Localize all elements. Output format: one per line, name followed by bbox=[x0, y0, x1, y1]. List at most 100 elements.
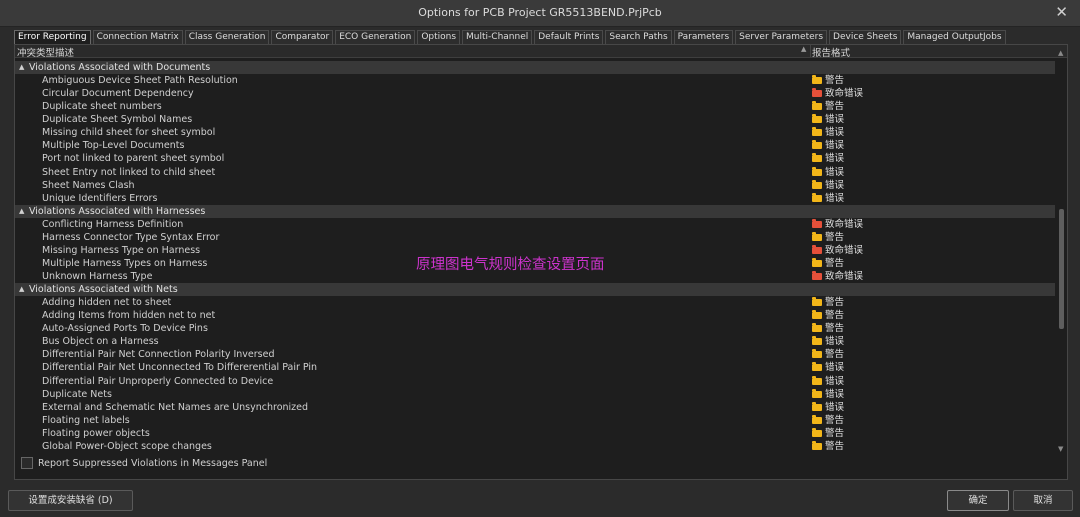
sort-arrow-icon[interactable]: ▲ bbox=[801, 45, 806, 53]
violation-label: Differential Pair Net Unconnected To Dif… bbox=[42, 362, 318, 374]
tab-connection-matrix[interactable]: Connection Matrix bbox=[92, 30, 183, 44]
report-level-dropdown[interactable]: 警告 bbox=[812, 100, 844, 113]
violation-row[interactable]: Floating net labels 警告 bbox=[15, 414, 1055, 427]
report-level-dropdown[interactable]: 错误 bbox=[812, 126, 844, 139]
report-level-dropdown[interactable]: 错误 bbox=[812, 113, 844, 126]
report-level-dropdown[interactable]: 错误 bbox=[812, 401, 844, 414]
report-level-text: 错误 bbox=[825, 179, 845, 191]
report-level-dropdown[interactable]: 警告 bbox=[812, 427, 844, 440]
tab-class-generation[interactable]: Class Generation bbox=[184, 30, 270, 44]
report-level-text: 警告 bbox=[825, 101, 845, 113]
set-installation-defaults-button[interactable]: 设置成安装缺省 (D) bbox=[8, 490, 133, 511]
violation-row[interactable]: Port not linked to parent sheet symbol 错误 bbox=[15, 152, 1055, 165]
violation-row[interactable]: Sheet Entry not linked to child sheet 错误 bbox=[15, 166, 1055, 179]
scroll-down-icon[interactable]: ▼ bbox=[1058, 445, 1063, 453]
report-level-dropdown[interactable]: 错误 bbox=[812, 375, 844, 388]
report-level-dropdown[interactable]: 警告 bbox=[812, 231, 844, 244]
violation-row[interactable]: Adding Items from hidden net to net 警告 bbox=[15, 309, 1055, 322]
violation-row[interactable]: Global Power-Object scope changes 警告 bbox=[15, 440, 1055, 453]
scroll-up-icon[interactable]: ▲ bbox=[1058, 49, 1063, 57]
report-level-dropdown[interactable]: 致命错误 bbox=[812, 87, 863, 100]
violation-row[interactable]: Differential Pair Net Unconnected To Dif… bbox=[15, 361, 1055, 374]
report-level-dropdown[interactable]: 警告 bbox=[812, 322, 844, 335]
report-level-dropdown[interactable]: 错误 bbox=[812, 388, 844, 401]
violation-row[interactable]: Ambiguous Device Sheet Path Resolution 警告 bbox=[15, 74, 1055, 87]
violation-row[interactable]: Bus Object on a Harness 错误 bbox=[15, 335, 1055, 348]
collapse-arrow-icon[interactable]: ▲ bbox=[19, 205, 24, 218]
violation-row[interactable]: External and Schematic Net Names are Uns… bbox=[15, 401, 1055, 414]
tab-parameters[interactable]: Parameters bbox=[673, 30, 734, 44]
report-suppressed-label: Report Suppressed Violations in Messages… bbox=[38, 457, 268, 469]
violation-row[interactable]: Multiple Top-Level Documents 错误 bbox=[15, 139, 1055, 152]
group-header-row[interactable]: ▲ Violations Associated with Harnesses bbox=[15, 204, 1055, 218]
report-level-dropdown[interactable]: 警告 bbox=[812, 74, 844, 87]
tab-options[interactable]: Options bbox=[417, 30, 461, 44]
violation-row[interactable]: Sheet Names Clash 错误 bbox=[15, 179, 1055, 192]
report-level-dropdown[interactable]: 警告 bbox=[812, 296, 844, 309]
report-level-dropdown[interactable]: 警告 bbox=[812, 440, 844, 453]
report-level-dropdown[interactable]: 错误 bbox=[812, 361, 844, 374]
violation-row[interactable]: Conflicting Harness Definition 致命错误 bbox=[15, 218, 1055, 231]
report-level-dropdown[interactable]: 致命错误 bbox=[812, 218, 863, 231]
violation-row[interactable]: Floating power objects 警告 bbox=[15, 427, 1055, 440]
column-header-level[interactable]: 报告格式 bbox=[812, 45, 850, 59]
folder-icon bbox=[812, 244, 822, 254]
report-suppressed-checkbox[interactable] bbox=[21, 457, 33, 469]
tab-comparator[interactable]: Comparator bbox=[271, 30, 334, 44]
report-level-text: 警告 bbox=[825, 75, 845, 87]
report-level-dropdown[interactable]: 错误 bbox=[812, 192, 844, 205]
violation-label: Circular Document Dependency bbox=[42, 88, 194, 100]
close-icon[interactable]: ✕ bbox=[1055, 3, 1068, 21]
report-level-dropdown[interactable]: 致命错误 bbox=[812, 244, 863, 257]
report-level-dropdown[interactable]: 错误 bbox=[812, 335, 844, 348]
report-level-dropdown[interactable]: 警告 bbox=[812, 309, 844, 322]
violation-label: Unique Identifiers Errors bbox=[42, 192, 158, 204]
report-level-text: 警告 bbox=[825, 349, 845, 361]
violation-row[interactable]: Duplicate sheet numbers 警告 bbox=[15, 100, 1055, 113]
report-level-dropdown[interactable]: 警告 bbox=[812, 414, 844, 427]
violation-row[interactable]: Differential Pair Net Connection Polarit… bbox=[15, 348, 1055, 361]
group-header-row[interactable]: ▲ Violations Associated with Documents bbox=[15, 61, 1055, 75]
vertical-scrollbar[interactable]: ▲ ▼ bbox=[1057, 49, 1066, 453]
report-level-dropdown[interactable]: 错误 bbox=[812, 179, 844, 192]
violation-row[interactable]: Duplicate Sheet Symbol Names 错误 bbox=[15, 113, 1055, 126]
violation-row[interactable]: Unique Identifiers Errors 错误 bbox=[15, 192, 1055, 205]
tab-default-prints[interactable]: Default Prints bbox=[534, 30, 604, 44]
violation-row[interactable]: Auto-Assigned Ports To Device Pins 警告 bbox=[15, 322, 1055, 335]
tab-managed-outputjobs[interactable]: Managed OutputJobs bbox=[903, 30, 1006, 44]
tab-server-parameters[interactable]: Server Parameters bbox=[735, 30, 828, 44]
title-bar: Options for PCB Project GR5513BEND.PrjPc… bbox=[0, 0, 1080, 27]
report-level-dropdown[interactable]: 警告 bbox=[812, 348, 844, 361]
column-divider[interactable] bbox=[810, 45, 811, 57]
violation-label: Global Power-Object scope changes bbox=[42, 440, 212, 452]
tab-eco-generation[interactable]: ECO Generation bbox=[335, 30, 416, 44]
folder-icon bbox=[812, 114, 822, 124]
violation-row[interactable]: Circular Document Dependency 致命错误 bbox=[15, 87, 1055, 100]
tab-error-reporting[interactable]: Error Reporting bbox=[14, 30, 91, 44]
folder-icon bbox=[812, 323, 822, 333]
report-level-dropdown[interactable]: 错误 bbox=[812, 152, 844, 165]
report-level-dropdown[interactable]: 错误 bbox=[812, 166, 844, 179]
collapse-arrow-icon[interactable]: ▲ bbox=[19, 283, 24, 296]
violation-row[interactable]: Adding hidden net to sheet 警告 bbox=[15, 296, 1055, 309]
report-level-text: 警告 bbox=[825, 231, 845, 243]
violation-row[interactable]: Duplicate Nets 错误 bbox=[15, 388, 1055, 401]
report-suppressed-option[interactable]: Report Suppressed Violations in Messages… bbox=[21, 457, 267, 469]
violation-row[interactable]: Harness Connector Type Syntax Error 警告 bbox=[15, 231, 1055, 244]
tab-device-sheets[interactable]: Device Sheets bbox=[829, 30, 902, 44]
violation-row[interactable]: Missing child sheet for sheet symbol 错误 bbox=[15, 126, 1055, 139]
report-level-dropdown[interactable]: 错误 bbox=[812, 139, 844, 152]
report-level-dropdown[interactable]: 致命错误 bbox=[812, 270, 863, 283]
tab-multi-channel[interactable]: Multi-Channel bbox=[462, 30, 533, 44]
tab-search-paths[interactable]: Search Paths bbox=[605, 30, 672, 44]
collapse-arrow-icon[interactable]: ▲ bbox=[19, 61, 24, 74]
report-level-dropdown[interactable]: 警告 bbox=[812, 257, 844, 270]
column-header-type[interactable]: 冲突类型描述 bbox=[17, 45, 74, 59]
group-header-row[interactable]: ▲ Violations Associated with Nets bbox=[15, 283, 1055, 297]
ok-button[interactable]: 确定 bbox=[947, 490, 1009, 511]
scroll-thumb[interactable] bbox=[1059, 209, 1064, 329]
report-level-text: 错误 bbox=[825, 127, 845, 139]
violation-row[interactable]: Differential Pair Unproperly Connected t… bbox=[15, 375, 1055, 388]
cancel-button[interactable]: 取消 bbox=[1013, 490, 1073, 511]
folder-icon bbox=[812, 375, 822, 385]
